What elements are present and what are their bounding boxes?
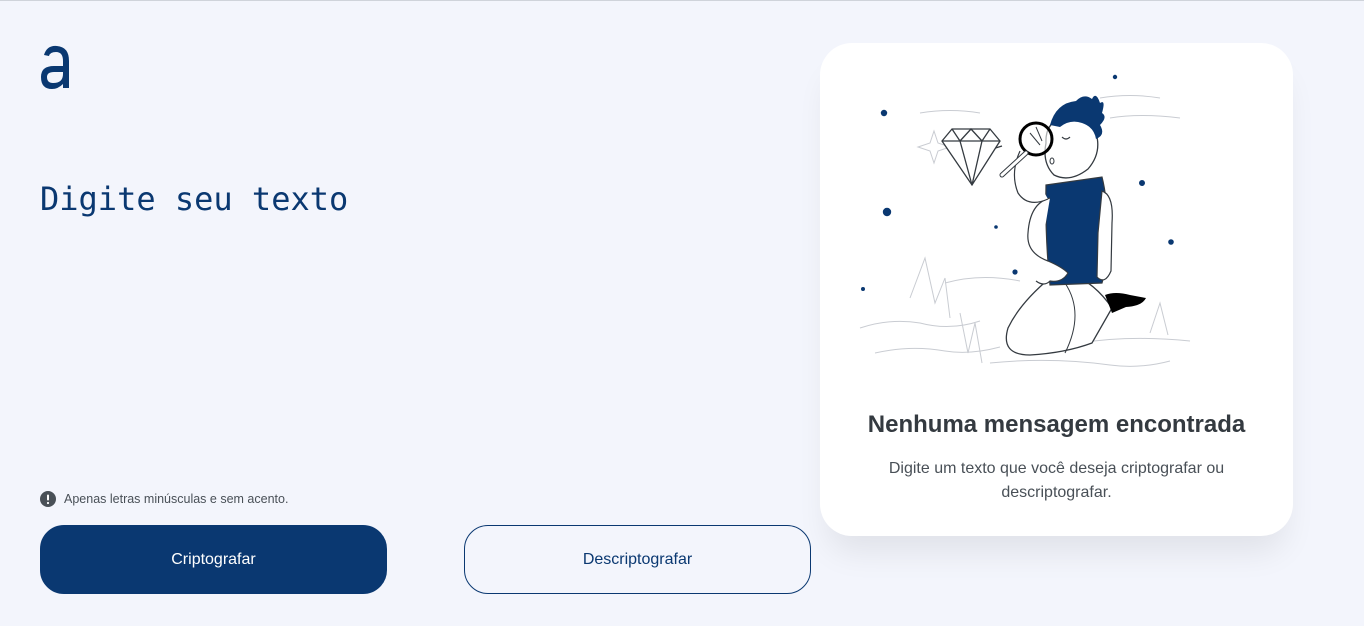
empty-state-title: Nenhuma mensagem encontrada xyxy=(867,411,1246,438)
decrypt-button[interactable]: Descriptografar xyxy=(464,525,811,594)
message-input[interactable] xyxy=(40,177,780,467)
input-hint: Apenas letras minúsculas e sem acento. xyxy=(40,491,288,507)
alura-logo-icon[interactable] xyxy=(38,43,74,91)
exclamation-circle-icon xyxy=(40,491,56,507)
hint-text: Apenas letras minúsculas e sem acento. xyxy=(64,492,289,506)
empty-state-text: Digite um texto que você deseja criptogr… xyxy=(888,460,1225,501)
output-card: Nenhuma mensagem encontrada Digite um te… xyxy=(820,43,1293,536)
encrypt-button[interactable]: Criptografar xyxy=(40,525,387,594)
person-with-magnifying-glass-illustration xyxy=(859,74,1191,367)
